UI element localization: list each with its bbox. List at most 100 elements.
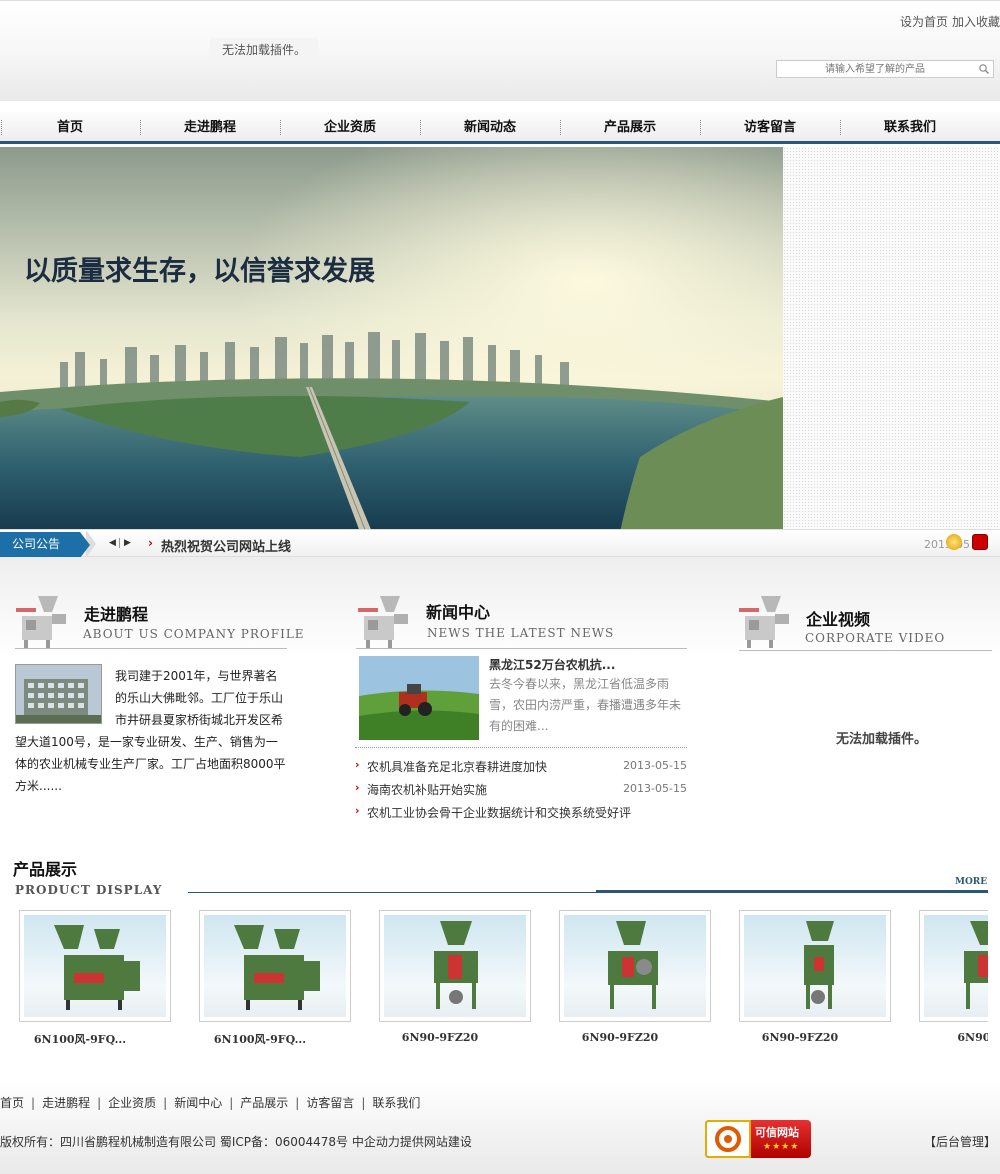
video-divider [739,650,992,651]
footer-separator: | [361,1096,366,1110]
product-image[interactable] [384,915,526,1017]
product-card[interactable] [199,910,351,1022]
footer-separator: | [229,1096,234,1110]
product-name[interactable]: 6N100风-9FQ... [4,1031,156,1047]
search-box [776,60,994,78]
arrow-icon: › [355,781,360,794]
machine-icon [16,596,66,648]
machine-icon [739,596,789,648]
product-image[interactable] [924,915,988,1017]
footer-link-home[interactable]: 首页 [0,1096,24,1110]
search-icon[interactable] [978,63,990,75]
product-card[interactable] [739,910,891,1022]
footer-link-products[interactable]: 产品展示 [240,1096,288,1110]
product-card[interactable] [19,910,171,1022]
product-name[interactable]: 6N90-9FZ20 [724,1031,876,1044]
products-divider-accent [596,890,988,893]
featured-news-image[interactable] [359,656,479,740]
footer-link-news[interactable]: 新闻中心 [174,1096,222,1110]
about-divider [15,648,287,649]
banner-cityscape-image: 以质量求生存，以信誉求发展 [0,147,783,532]
product-image[interactable] [204,915,346,1017]
header [0,0,1000,101]
product-image[interactable] [24,915,166,1017]
product-name[interactable]: 6N100风-9FQ... [184,1031,336,1047]
nav-item-products[interactable]: 产品展示 [560,112,700,143]
products-title: 产品展示 [13,860,78,879]
search-input[interactable] [777,61,973,77]
nav-item-news[interactable]: 新闻动态 [420,112,560,143]
product-card[interactable] [379,910,531,1022]
footer-separator: | [295,1096,300,1110]
notice-arrow-icon: › [148,536,153,550]
product-card[interactable] [919,910,988,1022]
product-image[interactable] [564,915,706,1017]
nav-item-home[interactable]: 首页 [0,112,140,143]
smiley-icon [946,534,962,550]
arrow-icon: › [355,758,360,771]
about-title: 走进鹏程 [84,605,149,624]
news-subtitle: News the latest news [427,626,615,640]
arrow-icon: › [355,804,360,817]
news-title: 新闻中心 [426,603,491,622]
add-favorite-link[interactable]: 加入收藏 [952,15,1000,29]
products-more-link[interactable]: MORE [955,877,987,887]
video-title: 企业视频 [806,610,871,629]
product-image[interactable] [744,915,886,1017]
notice-label: 公司公告 [0,532,80,558]
next-icon[interactable]: ▶ [124,538,132,548]
product-name[interactable]: 6N90-9FZ20 [544,1031,696,1044]
mascot-icon [972,534,988,550]
products-divider [188,892,596,893]
footer-separator: | [97,1096,102,1110]
news-item-title[interactable]: 农机具准备充足北京春耕进度加快 [367,758,547,775]
featured-news-summary: 去冬今春以来，黑龙江省低温多雨雪，农田内涝严重，春播遭遇多年未有的困难... [489,677,682,733]
machine-icon [358,596,408,648]
product-name[interactable]: 6N90-9FZ20 [364,1031,516,1044]
admin-link[interactable]: 【后台管理】 [924,1133,996,1150]
news-divider-top [356,648,687,649]
video-subtitle: Corporate video [805,631,946,645]
main-nav: 首页 走进鹏程 企业资质 新闻动态 产品展示 访客留言 联系我们 [0,112,1000,143]
footer-link-qualification[interactable]: 企业资质 [108,1096,156,1110]
news-list-item[interactable]: › 农机工业协会骨干企业数据统计和交换系统受好评 [355,802,687,822]
news-divider [355,747,687,748]
product-name[interactable]: 6N90-9 [904,1031,988,1044]
news-list-item[interactable]: › 农机具准备充足北京春耕进度加快 2013-05-15 [355,756,687,776]
notice-link[interactable]: 热烈祝贺公司网站上线 [161,536,291,555]
nav-item-qualification[interactable]: 企业资质 [280,112,420,143]
prev-icon[interactable]: ◀ [109,538,117,548]
company-building-image[interactable] [15,664,102,724]
footer-link-guestbook[interactable]: 访客留言 [306,1096,354,1110]
banner-slogan: 以质量求生存，以信誉求发展 [24,255,375,287]
set-home-link[interactable]: 设为首页 [900,15,948,29]
footer-links: 首页 | 走进鹏程 | 企业资质 | 新闻中心 | 产品展示 | 访客留言 | 联系我们 [0,1094,420,1111]
copyright-text: 版权所有：四川省鹏程机械制造有限公司 蜀ICP备：06004478号 中企动力提… [0,1135,472,1149]
trusted-site-logo-icon [705,1120,751,1158]
nav-item-about[interactable]: 走进鹏程 [140,112,280,143]
footer-link-about[interactable]: 走进鹏程 [42,1096,90,1110]
hero-banner: 以质量求生存，以信誉求发展 [0,147,783,532]
footer-separator: | [31,1096,36,1110]
news-list-item[interactable]: › 海南农机补贴开始实施 2013-05-15 [355,779,687,799]
notice-bar: 公司公告 ◀ ▶ › 热烈祝贺公司网站上线 2013-05 [0,529,1000,558]
footer-link-contact[interactable]: 联系我们 [372,1096,420,1110]
product-card[interactable] [559,910,711,1022]
news-item-date: 2013-05-15 [623,759,687,772]
nav-item-contact[interactable]: 联系我们 [840,112,980,143]
featured-news-title[interactable]: 黑龙江52万台农机抗... [489,656,615,673]
nav-item-guestbook[interactable]: 访客留言 [700,112,840,143]
footer-separator: | [163,1096,168,1110]
badge-stars: ★★★★ [763,1142,800,1152]
badge-text: 可信网站 [755,1126,799,1139]
plugin-placeholder: 无法加载插件。 [210,38,318,62]
trusted-site-badge[interactable]: 可信网站 ★★★★ [705,1120,811,1158]
top-links: 设为首页 加入收藏 [900,13,1000,30]
about-subtitle: About us company profile [83,627,305,641]
news-item-title[interactable]: 农机工业协会骨干企业数据统计和交换系统受好评 [367,804,631,821]
nav-underline [0,141,1000,144]
notice-label-arrow [80,532,90,558]
news-item-date: 2013-05-15 [623,782,687,795]
news-item-title[interactable]: 海南农机补贴开始实施 [367,781,487,798]
decorative-pattern [783,147,1000,529]
